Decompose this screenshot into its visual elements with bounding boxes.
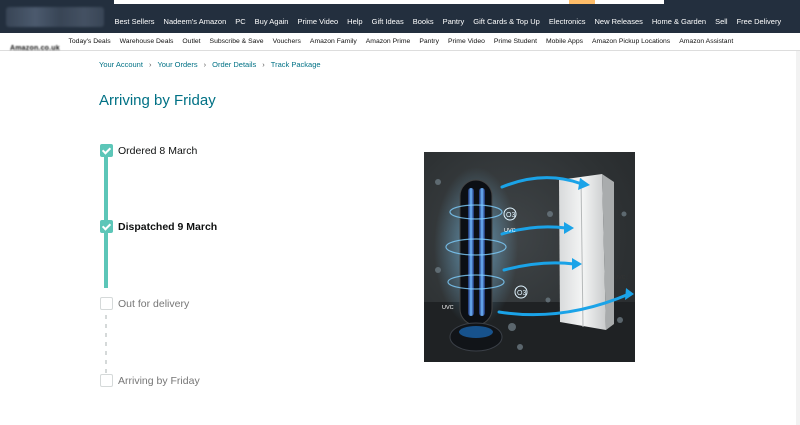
breadcrumb-separator: › — [203, 60, 207, 69]
breadcrumb-your-orders[interactable]: Your Orders — [157, 60, 197, 69]
timeline-step-out-for-delivery-label: Out for delivery — [118, 298, 190, 310]
timeline-step-arriving-checkbox — [100, 374, 113, 387]
subnav-link-outlet[interactable]: Outlet — [178, 37, 205, 47]
subnav-link-amazon-prime[interactable]: Amazon Prime — [361, 37, 415, 47]
product-image[interactable]: O3 O3 UVC UVC UVC — [424, 152, 635, 362]
ozone-label: O3 — [506, 212, 515, 219]
checkmark-icon — [101, 144, 111, 155]
search-bar-edge[interactable] — [114, 0, 664, 4]
top-nav-links: Best Sellers Nadeem's Amazon PC Buy Agai… — [110, 16, 786, 28]
nav-link-books[interactable]: Books — [408, 16, 438, 28]
breadcrumb-order-details[interactable]: Order Details — [212, 60, 256, 69]
sub-navigation-bar: Amazon.co.uk Today's Deals Warehouse Dea… — [0, 33, 800, 52]
nav-link-gift-cards[interactable]: Gift Cards & Top Up — [469, 16, 545, 28]
subnav-link-pickup-locations[interactable]: Amazon Pickup Locations — [588, 37, 675, 47]
breadcrumb-separator: › — [148, 60, 152, 69]
uvc-label: UVC — [442, 305, 454, 311]
subnav-link-amazon-family[interactable]: Amazon Family — [305, 37, 361, 47]
subnav-link-warehouse-deals[interactable]: Warehouse Deals — [115, 37, 178, 47]
nav-link-help[interactable]: Help — [343, 16, 367, 28]
nav-link-your-amazon[interactable]: Nadeem's Amazon — [159, 16, 231, 28]
ozone-label: O3 — [517, 290, 526, 297]
sub-nav-links: Today's Deals Warehouse Deals Outlet Sub… — [64, 37, 738, 47]
nav-link-sell[interactable]: Sell — [711, 16, 733, 28]
subnav-link-prime-student[interactable]: Prime Student — [489, 37, 541, 47]
uvc-label: UVC — [614, 275, 626, 281]
nav-link-best-sellers[interactable]: Best Sellers — [110, 16, 159, 28]
timeline-step-dispatched-checkbox — [100, 220, 113, 233]
timeline-pending-line — [105, 306, 107, 374]
amazon-uk-logo-text: Amazon.co.uk — [10, 45, 60, 52]
nav-link-electronics[interactable]: Electronics — [544, 16, 590, 28]
nav-link-buy-again[interactable]: Buy Again — [250, 16, 293, 28]
scrollbar-track[interactable] — [796, 51, 800, 425]
breadcrumb-your-account[interactable]: Your Account — [99, 60, 143, 69]
nav-link-pc[interactable]: PC — [231, 16, 250, 28]
subnav-link-prime-video[interactable]: Prime Video — [443, 37, 489, 47]
breadcrumb-separator: › — [262, 60, 265, 69]
subnav-link-mobile-apps[interactable]: Mobile Apps — [541, 37, 587, 47]
nav-link-free-delivery[interactable]: Free Delivery — [732, 16, 786, 28]
top-navigation-bar: Best Sellers Nadeem's Amazon PC Buy Agai… — [0, 0, 800, 33]
breadcrumb: Your Account › Your Orders › Order Detai… — [99, 60, 321, 69]
subnav-link-todays-deals[interactable]: Today's Deals — [64, 37, 115, 47]
breadcrumb-track-package[interactable]: Track Package — [271, 60, 321, 69]
amazon-uk-logo[interactable]: Amazon.co.uk — [10, 37, 68, 52]
timeline-step-out-for-delivery-checkbox — [100, 297, 113, 310]
nav-link-gift-ideas[interactable]: Gift Ideas — [367, 16, 408, 28]
amazon-logo[interactable] — [4, 4, 104, 30]
subnav-link-vouchers[interactable]: Vouchers — [268, 37, 305, 47]
subnav-link-subscribe-save[interactable]: Subscribe & Save — [205, 37, 268, 47]
nav-link-pantry[interactable]: Pantry — [438, 16, 469, 28]
timeline-step-ordered-checkbox — [100, 144, 113, 157]
uv-lamp-illustration: O3 O3 UVC UVC UVC — [424, 167, 635, 362]
checkmark-icon — [101, 220, 111, 231]
nav-link-prime-video[interactable]: Prime Video — [293, 16, 343, 28]
timeline-step-arriving-label: Arriving by Friday — [118, 375, 200, 387]
subnav-link-amazon-assistant[interactable]: Amazon Assistant — [675, 37, 738, 47]
uvc-label: UVC — [504, 228, 516, 234]
nav-link-new-releases[interactable]: New Releases — [590, 16, 647, 28]
page-title: Arriving by Friday — [99, 92, 216, 109]
timeline-step-ordered-label: Ordered 8 March — [118, 145, 198, 157]
timeline-step-dispatched-label: Dispatched 9 March — [118, 221, 218, 233]
nav-link-home-garden[interactable]: Home & Garden — [647, 16, 710, 28]
subnav-link-pantry[interactable]: Pantry — [415, 37, 444, 47]
